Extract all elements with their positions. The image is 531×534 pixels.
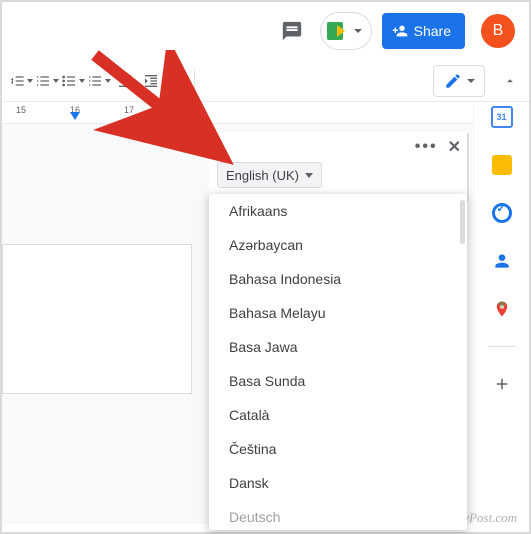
tasks-icon bbox=[492, 203, 512, 223]
caret-down-icon bbox=[353, 26, 363, 36]
editing-mode-button[interactable] bbox=[433, 65, 485, 97]
ruler-tick: 15 bbox=[16, 105, 26, 115]
pencil-icon bbox=[444, 72, 462, 90]
indent-increase-icon bbox=[143, 73, 159, 89]
language-option[interactable]: Dansk bbox=[209, 466, 467, 500]
line-spacing-icon bbox=[9, 73, 25, 89]
get-addons-button[interactable] bbox=[491, 373, 513, 395]
person-icon bbox=[492, 251, 512, 271]
caret-down-icon bbox=[466, 76, 476, 86]
separator bbox=[489, 346, 515, 347]
clear-format-icon bbox=[169, 73, 185, 89]
numbered-list-button[interactable] bbox=[86, 66, 112, 96]
current-language-label: English (UK) bbox=[226, 168, 299, 183]
line-spacing-button[interactable] bbox=[8, 66, 34, 96]
ruler-tick: 18 bbox=[178, 105, 188, 115]
language-option[interactable]: Bahasa Melayu bbox=[209, 296, 467, 330]
panel-header: ••• ✕ bbox=[209, 132, 467, 162]
keep-icon bbox=[492, 155, 512, 175]
language-panel: ••• ✕ English (UK) Afrikaans Azərbaycan … bbox=[209, 132, 467, 530]
language-option[interactable]: Català bbox=[209, 398, 467, 432]
maps-addon-button[interactable] bbox=[491, 298, 513, 320]
chevron-up-icon bbox=[503, 74, 517, 88]
share-label: Share bbox=[414, 23, 451, 39]
tasks-addon-button[interactable] bbox=[491, 202, 513, 224]
comment-icon bbox=[281, 20, 303, 42]
ruler-margin-marker[interactable] bbox=[70, 112, 80, 120]
bulleted-list-button[interactable] bbox=[60, 66, 86, 96]
toolbar bbox=[2, 60, 529, 102]
current-language-dropdown[interactable]: English (UK) bbox=[217, 162, 322, 188]
language-option[interactable]: Basa Jawa bbox=[209, 330, 467, 364]
plus-icon bbox=[493, 375, 511, 393]
increase-indent-button[interactable] bbox=[138, 66, 164, 96]
app-header: Share B bbox=[2, 2, 529, 60]
comment-history-button[interactable] bbox=[274, 13, 310, 49]
language-option[interactable]: Bahasa Indonesia bbox=[209, 262, 467, 296]
language-option[interactable]: Deutsch bbox=[209, 500, 467, 530]
clear-formatting-button[interactable] bbox=[164, 66, 190, 96]
account-avatar[interactable]: B bbox=[481, 14, 515, 48]
collapse-toolbar-button[interactable] bbox=[497, 66, 523, 96]
calendar-addon-button[interactable] bbox=[491, 106, 513, 128]
numbered-list-icon bbox=[87, 73, 103, 89]
indent-decrease-icon bbox=[117, 73, 133, 89]
checklist-button[interactable] bbox=[34, 66, 60, 96]
person-add-icon bbox=[392, 23, 408, 39]
checklist-icon bbox=[35, 73, 51, 89]
language-option[interactable]: Čeština bbox=[209, 432, 467, 466]
share-button[interactable]: Share bbox=[382, 13, 465, 49]
language-option[interactable]: Azərbaycan bbox=[209, 228, 467, 262]
avatar-letter: B bbox=[493, 22, 504, 40]
meet-button[interactable] bbox=[320, 12, 372, 50]
close-button[interactable]: ✕ bbox=[448, 137, 461, 157]
meet-icon bbox=[327, 20, 349, 42]
contacts-addon-button[interactable] bbox=[491, 250, 513, 272]
ruler[interactable]: 15 16 17 18 bbox=[2, 102, 529, 124]
decrease-indent-button[interactable] bbox=[112, 66, 138, 96]
calendar-icon bbox=[491, 106, 513, 128]
drag-handle-icon[interactable]: ••• bbox=[415, 138, 438, 156]
language-option[interactable]: Afrikaans bbox=[209, 194, 467, 228]
ruler-tick: 17 bbox=[124, 105, 134, 115]
scrollbar[interactable] bbox=[460, 200, 465, 244]
maps-pin-icon bbox=[493, 298, 511, 320]
language-list: Afrikaans Azərbaycan Bahasa Indonesia Ba… bbox=[209, 194, 467, 530]
keep-addon-button[interactable] bbox=[491, 154, 513, 176]
side-panel bbox=[473, 102, 529, 522]
bullet-list-icon bbox=[61, 73, 77, 89]
language-option[interactable]: Basa Sunda bbox=[209, 364, 467, 398]
page-edge bbox=[2, 244, 192, 394]
separator bbox=[194, 70, 195, 92]
